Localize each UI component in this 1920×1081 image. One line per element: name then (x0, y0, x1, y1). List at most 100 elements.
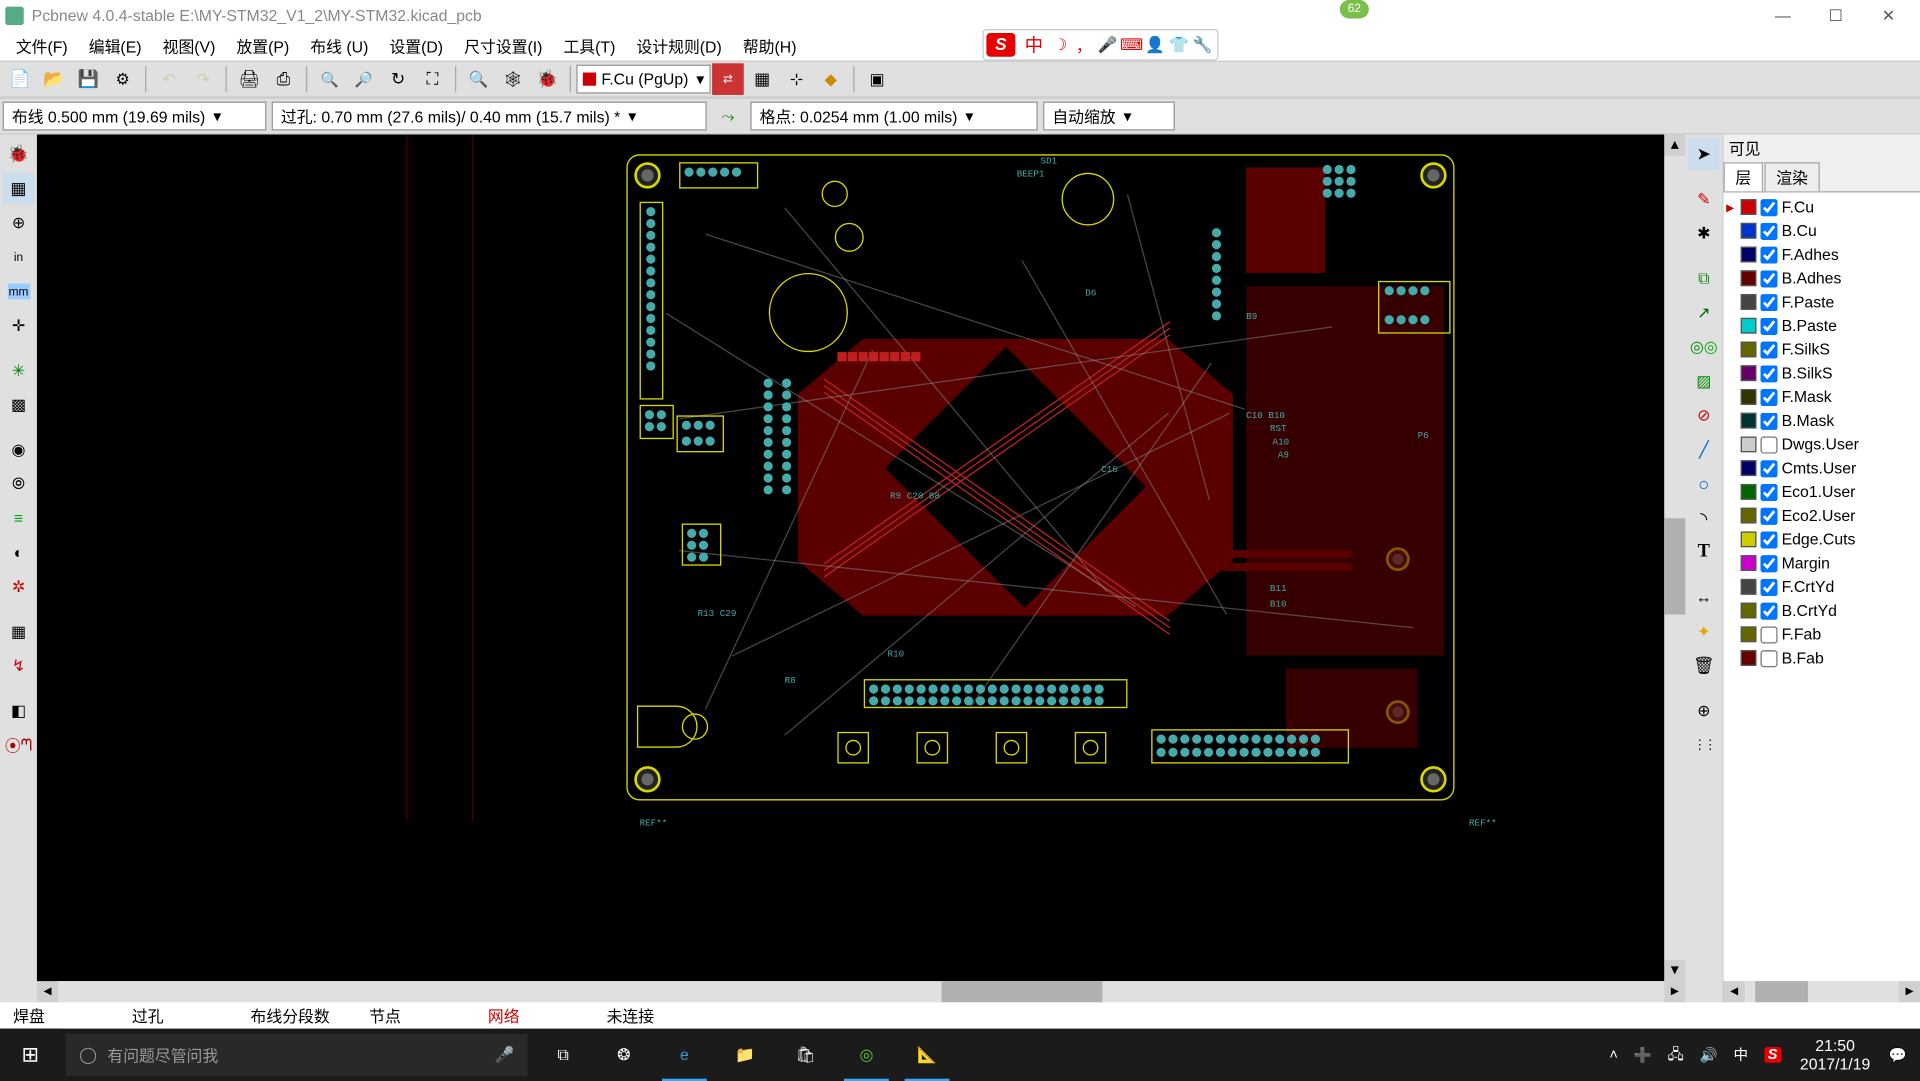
menu-rules[interactable]: 设计规则(D) (626, 35, 732, 57)
local-ratsnest-icon[interactable]: ✱ (1688, 218, 1720, 250)
zoom-in-icon[interactable] (314, 63, 346, 95)
delete-icon[interactable] (1688, 650, 1720, 682)
layer-row[interactable]: ▸F.Paste (1726, 290, 1917, 314)
mode-footprint-icon[interactable]: ▦ (3, 616, 35, 648)
layer-visibility-checkbox[interactable] (1760, 246, 1777, 263)
mic-icon[interactable]: 🎤 (1096, 36, 1120, 54)
microwave-icon[interactable]: ᘉ (3, 729, 35, 761)
menu-file[interactable]: 文件(F) (5, 35, 78, 57)
show-filled-zones-icon[interactable] (3, 389, 35, 421)
redo-icon[interactable]: ↷ (187, 63, 219, 95)
layer-row[interactable]: ▸B.Adhes (1726, 266, 1917, 290)
auto-track-icon[interactable]: ⤳ (712, 100, 744, 132)
layer-row[interactable]: ▸F.Mask (1726, 385, 1917, 409)
tray-clock[interactable]: 21:50 2017/1/19 (1800, 1036, 1870, 1073)
active-layer-select[interactable]: F.Cu (PgUp)▾ (576, 65, 711, 94)
layer-row[interactable]: ▸F.Cu (1726, 195, 1917, 219)
layer-visibility-checkbox[interactable] (1760, 626, 1777, 643)
layer-visibility-checkbox[interactable] (1760, 555, 1777, 572)
layer-row[interactable]: ▸B.Cu (1726, 219, 1917, 243)
layer-row[interactable]: ▸B.SilkS (1726, 361, 1917, 385)
zoom-select[interactable]: 自动缩放▾ (1043, 102, 1175, 131)
layer-visibility-checkbox[interactable] (1760, 460, 1777, 477)
cursor-shape-icon[interactable]: ✛ (3, 310, 35, 342)
layer-list[interactable]: ▸F.Cu▸B.Cu▸F.Adhes▸B.Adhes▸F.Paste▸B.Pas… (1724, 193, 1920, 982)
units-mm-icon[interactable] (3, 276, 35, 308)
menu-tools[interactable]: 工具(T) (553, 35, 626, 57)
notification-badge[interactable]: 62 (1340, 0, 1369, 18)
find-icon[interactable] (463, 63, 495, 95)
pad-display-icon[interactable] (3, 434, 35, 466)
keyboard-icon[interactable]: ⌨ (1120, 36, 1144, 54)
polar-coord-icon[interactable]: ⊕ (3, 207, 35, 239)
save-icon[interactable] (73, 63, 105, 95)
layer-row[interactable]: ▸F.Adhes (1726, 243, 1917, 267)
app-settings-icon[interactable]: ❂ (593, 1029, 654, 1081)
explorer-icon[interactable]: 📁 (715, 1029, 776, 1081)
layer-visibility-checkbox[interactable] (1760, 388, 1777, 405)
menu-settings[interactable]: 设置(D) (379, 35, 454, 57)
open-icon[interactable] (38, 63, 70, 95)
vertical-scrollbar[interactable]: ▴ ▾ (1664, 135, 1685, 982)
tray-expand-icon[interactable]: ˄ (1609, 1047, 1617, 1063)
print-icon[interactable] (233, 63, 265, 95)
undo-icon[interactable]: ↶ (153, 63, 185, 95)
layer-row[interactable]: ▸Eco2.User (1726, 504, 1917, 528)
menu-route[interactable]: 布线 (U) (300, 35, 379, 57)
add-footprint-icon[interactable]: ⧉ (1688, 262, 1720, 294)
layer-visibility-checkbox[interactable] (1760, 412, 1777, 429)
layer-row[interactable]: ▸B.Fab (1726, 646, 1917, 670)
layer-row[interactable]: ▸Edge.Cuts (1726, 527, 1917, 551)
layer-row[interactable]: ▸Cmts.User (1726, 456, 1917, 480)
redraw-icon[interactable] (382, 63, 414, 95)
minimize-button[interactable]: — (1757, 7, 1810, 25)
add-dimension-icon[interactable] (1688, 582, 1720, 614)
layer-row[interactable]: ▸Margin (1726, 551, 1917, 575)
maximize-button[interactable]: ☐ (1809, 7, 1862, 25)
tray-network-icon[interactable]: 🖧 (1668, 1042, 1684, 1067)
layer-visibility-checkbox[interactable] (1760, 270, 1777, 287)
drc-off-icon[interactable] (3, 138, 35, 170)
menu-help[interactable]: 帮助(H) (732, 35, 807, 57)
route-track-icon[interactable] (1688, 297, 1720, 329)
layer-row[interactable]: ▸B.CrtYd (1726, 599, 1917, 623)
layer-visibility-checkbox[interactable] (1760, 507, 1777, 524)
grid-origin-icon[interactable]: ⊹ (781, 63, 813, 95)
menu-view[interactable]: 视图(V) (152, 35, 226, 57)
via-size-select[interactable]: 过孔: 0.70 mm (27.6 mils)/ 0.40 mm (15.7 m… (272, 102, 707, 131)
account-icon[interactable]: 👤 (1143, 36, 1167, 54)
units-inch-icon[interactable] (3, 241, 35, 273)
page-settings-icon[interactable]: ⚙ (107, 63, 139, 95)
ime-logo-icon[interactable]: S (986, 33, 1015, 57)
layer-visibility-checkbox[interactable] (1760, 649, 1777, 666)
layer-pair-icon[interactable]: ⇄ (712, 63, 744, 95)
add-arc-icon[interactable] (1688, 502, 1720, 534)
layer-visibility-checkbox[interactable] (1760, 317, 1777, 334)
add-via-icon[interactable]: ◎ (1688, 331, 1720, 363)
grid-origin-2-icon[interactable] (1688, 729, 1720, 761)
settings-icon[interactable]: 🔧 (1191, 36, 1215, 54)
drc-icon[interactable] (531, 63, 563, 95)
layer-row[interactable]: ▸B.Paste (1726, 314, 1917, 338)
show-invisible-icon[interactable]: ✲ (3, 571, 35, 603)
zoom-out-icon[interactable] (348, 63, 380, 95)
ime-lang[interactable]: 中 (1025, 32, 1043, 58)
tray-360-icon[interactable]: ➕ (1634, 1046, 1652, 1063)
via-display-icon[interactable] (3, 468, 35, 500)
tray-ime-icon[interactable]: 中 (1734, 1044, 1749, 1065)
start-button[interactable]: ⊞ (0, 1029, 61, 1081)
highlight-net-icon[interactable] (1688, 183, 1720, 215)
system-tray[interactable]: ˄ ➕ 🖧 🔊 中 S 21:50 2017/1/19 💬 (1596, 1036, 1920, 1073)
layer-row[interactable]: ▸Dwgs.User (1726, 433, 1917, 457)
layer-row[interactable]: ▸Eco1.User (1726, 480, 1917, 504)
menu-dims[interactable]: 尺寸设置(I) (454, 35, 553, 57)
track-width-select[interactable]: 布线 0.500 mm (19.69 mils)▾ (3, 102, 267, 131)
layer-row[interactable]: ▸F.Fab (1726, 622, 1917, 646)
kicad-icon[interactable]: 📐 (897, 1029, 958, 1081)
add-circle-icon[interactable] (1688, 468, 1720, 500)
layer-visibility-checkbox[interactable] (1760, 341, 1777, 358)
store-icon[interactable]: 🛍 (775, 1029, 836, 1081)
new-icon[interactable] (4, 63, 36, 95)
grid-select[interactable]: 格点: 0.0254 mm (1.00 mils)▾ (750, 102, 1037, 131)
menu-place[interactable]: 放置(P) (226, 35, 300, 57)
